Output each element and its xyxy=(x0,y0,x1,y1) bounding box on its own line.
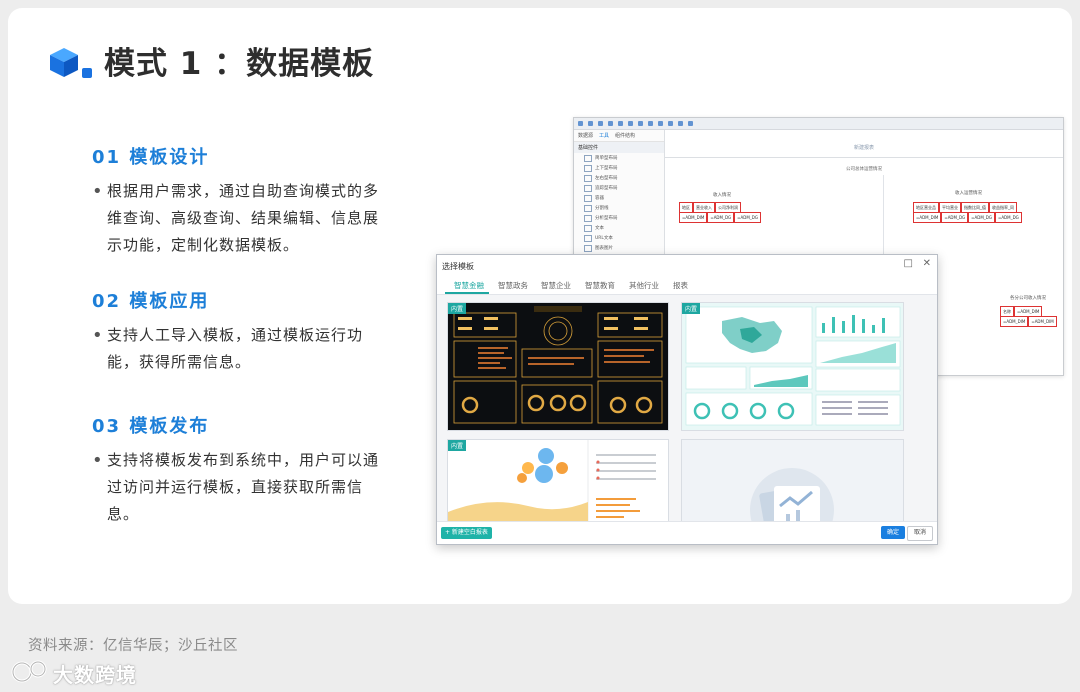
builtin-badge: 内置 xyxy=(448,440,467,451)
widget-icon xyxy=(584,174,592,182)
cell[interactable]: =ADM_DG xyxy=(994,212,1022,223)
left-report-header: 收入情况 xyxy=(713,193,731,198)
template-card-finance-dashboard[interactable]: 内置 xyxy=(447,302,669,431)
canvas-subtitle: 公司总体运营情况 xyxy=(846,167,882,172)
bullet: • xyxy=(92,450,104,471)
canvas-tab[interactable]: 新建报表 xyxy=(665,144,1063,151)
dialog-title: 选择模板 xyxy=(442,262,474,271)
section-heading-publish: 03 模板发布 xyxy=(92,416,210,437)
tab-report[interactable]: 报表 xyxy=(673,280,688,291)
section-heading-application: 02 模板应用 xyxy=(92,291,210,312)
sidebar-item[interactable]: 分析型布局 xyxy=(574,213,664,223)
cell[interactable]: =ADM_DIM xyxy=(1000,316,1029,327)
section-body-design: • 根据用户需求，通过自助查询模式的多维查询、高级查询、结果编辑、信息展示功能，… xyxy=(92,178,392,259)
widget-icon xyxy=(584,244,592,252)
sidebar-item[interactable]: 容器 xyxy=(574,193,664,203)
enterprise-dashboard-thumbnail xyxy=(448,440,668,521)
cell[interactable]: =ADM_DIM xyxy=(1028,316,1057,327)
sidebar-item[interactable]: 文本 xyxy=(574,223,664,233)
tab-smart-finance[interactable]: 智慧金融 xyxy=(454,280,484,291)
tab-smart-government[interactable]: 智慧政务 xyxy=(498,280,528,291)
confirm-button[interactable]: 确定 xyxy=(881,526,905,539)
active-tab-underline xyxy=(445,292,489,294)
widget-icon xyxy=(584,204,592,212)
government-dashboard-thumbnail xyxy=(682,303,903,430)
widget-icon xyxy=(584,214,592,222)
builtin-badge: 内置 xyxy=(448,303,467,314)
tab-other-industry[interactable]: 其他行业 xyxy=(629,280,659,291)
cell[interactable]: =ADM_DG xyxy=(707,212,735,223)
right-report-header: 收入运营情况 xyxy=(955,191,982,196)
widget-icon xyxy=(584,184,592,192)
tab-smart-enterprise[interactable]: 智慧企业 xyxy=(541,280,571,291)
slide: 模式 1 ：数据模板 01 模板设计 • 根据用户需求，通过自助查询模式的多维查… xyxy=(8,8,1072,604)
widget-icon xyxy=(584,224,592,232)
sidebar-item[interactable]: 简单型布局 xyxy=(574,153,664,163)
cell[interactable]: =ADM_DG xyxy=(968,212,995,223)
dialog-footer: + 新建空白报表 确定 取消 xyxy=(437,521,937,544)
source-note: 资料来源：亿信华辰；沙丘社区 xyxy=(28,638,238,654)
bullet: • xyxy=(92,181,104,202)
sidebar-group[interactable]: 基础控件 xyxy=(574,142,664,153)
sidebar-tab[interactable]: 工具 xyxy=(599,132,609,139)
cell[interactable]: =ADM_DG xyxy=(941,212,969,223)
bottom-value-row: =ADM_DIM =ADM_DIM xyxy=(1000,316,1057,327)
sidebar-tab[interactable]: 数据源 xyxy=(578,132,593,139)
cube-logo-icon xyxy=(50,48,92,78)
sidebar-item[interactable]: 追踪型布局 xyxy=(574,183,664,193)
maximize-icon[interactable]: □ xyxy=(904,258,913,269)
watermark-text: 大数跨境 xyxy=(53,663,137,687)
section-body-publish: • 支持将模板发布到系统中，用户可以通过访问并运行模板，直接获取所需信息。 xyxy=(92,447,392,528)
right-value-row: =ADM_DIM =ADM_DG =ADM_DG =ADM_DG xyxy=(913,212,1022,223)
chart-placeholder-icon xyxy=(750,468,834,521)
left-value-row: =ADM_DIM =ADM_DG =ADM_DG xyxy=(679,212,761,223)
template-tabs: 智慧金融 智慧政务 智慧企业 智慧教育 其他行业 报表 xyxy=(437,275,937,295)
builtin-badge: 内置 xyxy=(682,303,701,314)
bullet: • xyxy=(92,325,104,346)
template-grid: 内置 内置 内置 xyxy=(437,295,937,521)
widget-icon xyxy=(584,154,592,162)
section-text: 支持将模板发布到系统中，用户可以通过访问并运行模板，直接获取所需信息。 xyxy=(107,451,380,523)
widget-icon xyxy=(584,194,592,202)
select-template-dialog: 选择模板 □ ✕ 智慧金融 智慧政务 智慧企业 智慧教育 其他行业 报表 内置 xyxy=(436,254,938,545)
sidebar-item[interactable]: 分割线 xyxy=(574,203,664,213)
cell[interactable]: =ADM_DIM xyxy=(679,212,708,223)
cell[interactable]: =ADM_DG xyxy=(734,212,761,223)
sidebar-item[interactable]: 左右型布局 xyxy=(574,173,664,183)
designer-toolbar xyxy=(574,118,1063,130)
widget-icon xyxy=(584,234,592,242)
sidebar-item[interactable]: 上下型布局 xyxy=(574,163,664,173)
template-card-enterprise-dashboard[interactable]: 内置 xyxy=(447,439,669,521)
watermark-logo-icon xyxy=(11,660,47,683)
template-card-blank-report[interactable] xyxy=(681,439,904,521)
section-text: 支持人工导入模板，通过模板运行功能，获得所需信息。 xyxy=(107,326,364,371)
finance-dashboard-thumbnail xyxy=(448,303,668,430)
page-title: 模式 1 ：数据模板 xyxy=(104,46,375,82)
section-text: 根据用户需求，通过自助查询模式的多维查询、高级查询、结果编辑、信息展示功能，定制… xyxy=(107,182,380,254)
bottom-report-header: 各分公司收入情况 xyxy=(1010,296,1046,301)
new-blank-report-button[interactable]: + 新建空白报表 xyxy=(441,527,492,539)
widget-icon xyxy=(584,164,592,172)
sidebar-item[interactable]: 图表图片 xyxy=(574,243,664,253)
sidebar-tabs: 数据源 工具 组件结构 xyxy=(574,130,664,142)
sidebar-item[interactable]: URL文本 xyxy=(574,233,664,243)
cell[interactable]: =ADM_DIM xyxy=(913,212,942,223)
cancel-button[interactable]: 取消 xyxy=(907,526,933,541)
close-icon[interactable]: ✕ xyxy=(923,258,931,269)
template-card-government-dashboard[interactable]: 内置 xyxy=(681,302,904,431)
sidebar-tab[interactable]: 组件结构 xyxy=(615,132,635,139)
section-body-application: • 支持人工导入模板，通过模板运行功能，获得所需信息。 xyxy=(92,322,392,376)
section-heading-design: 01 模板设计 xyxy=(92,147,210,168)
tab-smart-education[interactable]: 智慧教育 xyxy=(585,280,615,291)
